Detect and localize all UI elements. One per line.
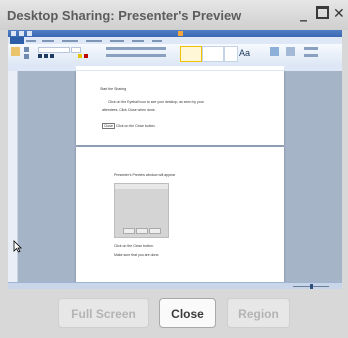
doc-text-line: Presenter's Preview window will appear <box>114 173 176 177</box>
doc-text-line: Click on the Eyeball icon to see your de… <box>108 100 204 104</box>
style-normal <box>180 46 202 62</box>
style-title-preview: Aa <box>239 48 251 58</box>
embedded-button <box>123 228 135 234</box>
doc-text-line: Start the Sharing <box>100 87 127 91</box>
mouse-pointer-icon <box>13 240 22 253</box>
review-tab <box>132 40 144 42</box>
ribbon: Aa <box>8 44 342 66</box>
doc-text-line: Close Click on the Close button. <box>102 123 156 129</box>
doc-text-line: Click on the Close button. <box>114 244 154 248</box>
select-icon <box>304 54 318 57</box>
status-bar <box>8 282 342 289</box>
share-app-icon <box>178 31 183 36</box>
minimize-button[interactable]: _ <box>300 6 307 22</box>
zoom-slider-knob <box>310 284 313 289</box>
document-page: Presenter's Preview window will appear C… <box>76 147 284 282</box>
replace-icon <box>304 47 318 50</box>
doc-text-line: attendees. Click Close when done. <box>102 108 156 112</box>
underline-icon <box>50 54 54 58</box>
ruler-page-area <box>76 66 284 70</box>
window-title: Desktop Sharing: Presenter's Preview <box>7 8 242 23</box>
save-icon <box>19 31 24 36</box>
doc-text-line: Make sure that you are done. <box>114 253 160 257</box>
full-screen-button[interactable]: Full Screen <box>58 298 149 328</box>
embedded-button <box>136 228 148 234</box>
home-tab <box>26 40 36 42</box>
cut-icon <box>24 47 29 52</box>
insert-tab <box>42 40 54 42</box>
embedded-screenshot <box>114 183 169 238</box>
font-color-icon <box>84 54 88 58</box>
document-area: Start the Sharing Click on the Eyeball i… <box>18 71 342 282</box>
close-button[interactable]: Close <box>159 298 216 328</box>
italic-icon <box>44 54 48 58</box>
embedded-titlebar <box>115 184 168 189</box>
maximize-button[interactable] <box>316 6 329 23</box>
find-icon <box>286 47 295 56</box>
quick-access-toolbar <box>8 30 342 37</box>
paste-icon <box>11 47 20 56</box>
ribbon-tabs <box>8 37 342 44</box>
file-tab <box>10 37 24 44</box>
style-heading-1 <box>224 46 238 62</box>
undo-icon <box>27 31 32 36</box>
region-button[interactable]: Region <box>227 298 290 328</box>
shared-screen-preview: Aa Start the Sharing Click on the Eyebal… <box>8 30 342 289</box>
font-group <box>38 46 100 63</box>
list-icons <box>106 47 166 50</box>
alignment-icons <box>106 54 166 57</box>
word-app-icon <box>11 31 16 36</box>
change-styles-icon <box>270 47 279 56</box>
references-tab <box>86 40 102 42</box>
page-layout-tab <box>62 40 78 42</box>
style-no-spacing <box>202 46 224 62</box>
paragraph-group <box>106 46 176 63</box>
font-name-box <box>38 47 70 53</box>
document-page: Start the Sharing Click on the Eyeball i… <box>76 71 284 145</box>
presenter-preview-window: Desktop Sharing: Presenter's Preview _ ✕ <box>0 0 348 338</box>
doc-inline-close-button: Close <box>102 123 115 129</box>
highlight-icon <box>78 54 82 58</box>
close-window-button[interactable]: ✕ <box>333 6 345 22</box>
mailings-tab <box>110 40 124 42</box>
font-size-box <box>71 47 81 53</box>
title-bar[interactable]: Desktop Sharing: Presenter's Preview _ ✕ <box>0 0 348 30</box>
copy-icon <box>24 54 29 59</box>
bold-icon <box>38 54 42 58</box>
doc-text-fragment: Click on the Close button. <box>115 124 156 128</box>
view-tab <box>152 40 162 42</box>
maximize-icon <box>316 6 329 19</box>
embedded-button <box>149 228 161 234</box>
